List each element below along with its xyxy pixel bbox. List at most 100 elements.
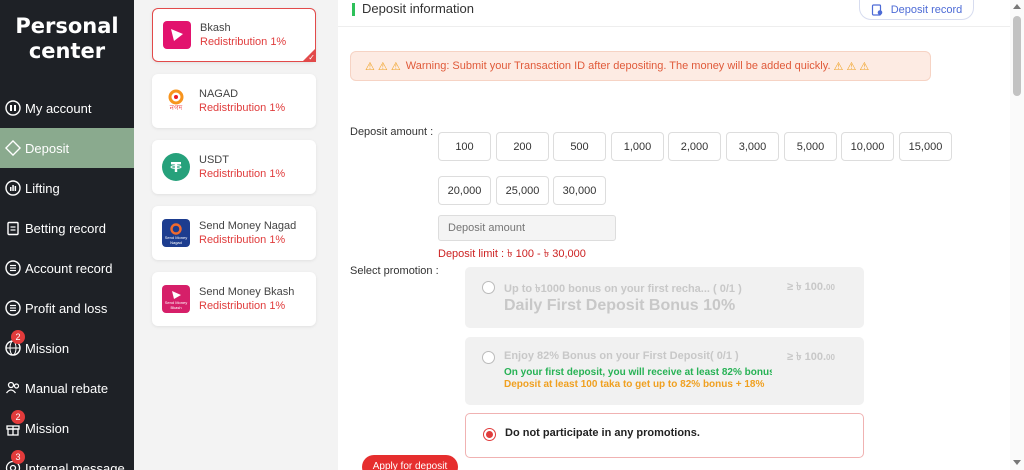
amount-option[interactable]: 20,000: [438, 176, 491, 205]
apply-deposit-button[interactable]: Apply for deposit: [362, 455, 458, 470]
deposit-amount-input[interactable]: [438, 215, 616, 241]
select-promotion-label: Select promotion :: [350, 265, 439, 277]
promotion-title: Enjoy 82% Bonus on your First Deposit( 0…: [504, 350, 739, 362]
sidebar-item-label: Lifting: [25, 180, 60, 196]
promotion-minimum-value: ≥ ৳ 100.: [787, 281, 827, 293]
send-money-bkash-logo-text: Send Money Bkash: [164, 300, 188, 310]
promotion-option[interactable]: Up to ৳1000 bonus on your first recha...…: [465, 267, 864, 328]
promotion-minimum: ≥ ৳ 100.00: [787, 278, 835, 297]
sidebar-item-label: My account: [25, 100, 92, 116]
promotion-option[interactable]: Enjoy 82% Bonus on your First Deposit( 0…: [465, 337, 864, 405]
warning-text: Warning: Submit your Transaction ID afte…: [405, 60, 831, 72]
select-promotion-label-text: Select promotion: [350, 265, 433, 277]
scroll-down-icon[interactable]: [1013, 460, 1021, 465]
send-money-nagad-logo-icon: Send Money Nagad: [162, 219, 190, 247]
sidebar: Personal center My account Deposit Lifti…: [0, 0, 134, 470]
sidebar-item-label: Deposit: [25, 140, 70, 156]
amount-option[interactable]: 2,000: [668, 132, 721, 161]
method-usdt[interactable]: USDT Redistribution 1%: [152, 140, 316, 194]
method-name: Send Money Bkash: [199, 286, 295, 298]
notification-badge: 2: [11, 410, 25, 424]
bars-circle-icon: [4, 179, 22, 197]
sidebar-item-profit-and-loss[interactable]: Profit and loss: [0, 288, 134, 328]
section-title: Deposit information: [362, 1, 474, 16]
sidebar-item-mission-gift[interactable]: 2 Mission: [0, 408, 134, 448]
promotion-description: On your first deposit, you will receive …: [504, 367, 772, 378]
method-rate: Redistribution 1%: [199, 300, 286, 312]
no-promotion-label: Do not participate in any promotions.: [505, 427, 700, 439]
nagad-logo-icon: নগদ: [162, 87, 190, 115]
method-bkash[interactable]: Bkash Redistribution 1%: [152, 8, 316, 62]
user-circle-icon: [4, 99, 22, 117]
promotion-radio[interactable]: [482, 351, 495, 364]
amount-option[interactable]: 1,000: [611, 132, 664, 161]
amount-option[interactable]: 30,000: [553, 176, 606, 205]
method-rate: Redistribution 1%: [199, 168, 286, 180]
amount-option[interactable]: 3,000: [726, 132, 779, 161]
amount-option[interactable]: 15,000: [899, 132, 952, 161]
scroll-thumb[interactable]: [1013, 16, 1021, 96]
tether-logo-icon: [162, 153, 190, 181]
deposit-amount-label: Deposit amount :: [350, 126, 434, 138]
selected-check-icon: [302, 48, 316, 62]
method-name: Send Money Nagad: [199, 220, 297, 232]
deposit-limit: Deposit limit : ৳ 100 - ৳ 30,000: [438, 248, 586, 260]
nagad-logo-text: নগদ: [169, 105, 183, 112]
sidebar-item-label: Internal message: [25, 460, 125, 470]
sidebar-item-lifting[interactable]: Lifting: [0, 168, 134, 208]
sidebar-item-my-account[interactable]: My account: [0, 88, 134, 128]
method-send-money-nagad[interactable]: Send Money Nagad Send Money Nagad Redist…: [152, 206, 316, 260]
method-name: NAGAD: [199, 88, 239, 100]
send-money-nagad-logo-text: Send Money Nagad: [164, 235, 188, 245]
amount-option[interactable]: 25,000: [496, 176, 549, 205]
section-marker: [352, 3, 355, 16]
deposit-amount-label-text: Deposit amount: [350, 126, 428, 138]
method-rate: Redistribution 1%: [199, 102, 286, 114]
deposit-panel: Deposit information Deposit record ⚠ ⚠ ⚠…: [338, 0, 1010, 470]
warning-icon: ⚠ ⚠ ⚠: [830, 60, 870, 73]
amount-option[interactable]: 10,000: [841, 132, 894, 161]
sidebar-item-label: Manual rebate: [25, 380, 109, 396]
deposit-record-button[interactable]: Deposit record: [859, 0, 974, 20]
method-name: USDT: [199, 154, 229, 166]
list-circle-icon: [4, 299, 22, 317]
promotion-radio-selected[interactable]: [483, 428, 496, 441]
scrollbar[interactable]: [1010, 0, 1024, 470]
sidebar-item-manual-rebate[interactable]: Manual rebate: [0, 368, 134, 408]
warning-banner: ⚠ ⚠ ⚠ Warning: Submit your Transaction I…: [350, 51, 931, 81]
promotion-minimum: ≥ ৳ 100.00: [787, 348, 835, 367]
amount-option[interactable]: 500: [553, 132, 606, 161]
panel-header: Deposit information Deposit record: [338, 0, 1010, 27]
bkash-logo-icon: [163, 21, 191, 49]
no-promotion-option[interactable]: Do not participate in any promotions.: [465, 413, 864, 458]
notification-badge: 3: [11, 450, 25, 464]
app-root: Personal center My account Deposit Lifti…: [0, 0, 1024, 470]
clipboard-icon: [4, 219, 22, 237]
amount-option[interactable]: 200: [496, 132, 549, 161]
diamond-icon: [4, 139, 22, 157]
promotion-minimum-value: ≥ ৳ 100.: [787, 351, 827, 363]
method-nagad[interactable]: নগদ NAGAD Redistribution 1%: [152, 74, 316, 128]
sidebar-item-internal-message[interactable]: 3 Internal message: [0, 448, 134, 470]
deposit-record-label: Deposit record: [890, 3, 963, 16]
amount-option[interactable]: 100: [438, 132, 491, 161]
method-send-money-bkash[interactable]: Send Money Bkash Send Money Bkash Redist…: [152, 272, 316, 326]
sidebar-item-deposit[interactable]: Deposit: [0, 128, 134, 168]
payment-methods: Bkash Redistribution 1% নগদ NAGAD Redist…: [134, 0, 338, 470]
list-circle-icon: [4, 259, 22, 277]
sidebar-item-account-record[interactable]: Account record: [0, 248, 134, 288]
promotion-minimum-decimal: 00: [826, 353, 835, 362]
scroll-up-icon[interactable]: [1013, 4, 1021, 9]
warning-icon: ⚠ ⚠ ⚠: [365, 60, 404, 73]
sidebar-item-betting-record[interactable]: Betting record: [0, 208, 134, 248]
promotion-description: Deposit at least 100 taka to get up to 8…: [504, 379, 765, 390]
sidebar-item-mission[interactable]: 2 Mission: [0, 328, 134, 368]
record-icon: [871, 3, 883, 16]
amount-option[interactable]: 5,000: [784, 132, 837, 161]
method-rate: Redistribution 1%: [200, 36, 287, 48]
promotion-minimum-decimal: 00: [826, 283, 835, 292]
users-icon: [4, 379, 22, 397]
promotion-radio[interactable]: [482, 281, 495, 294]
sidebar-item-label: Account record: [25, 260, 113, 276]
notification-badge: 2: [11, 330, 25, 344]
